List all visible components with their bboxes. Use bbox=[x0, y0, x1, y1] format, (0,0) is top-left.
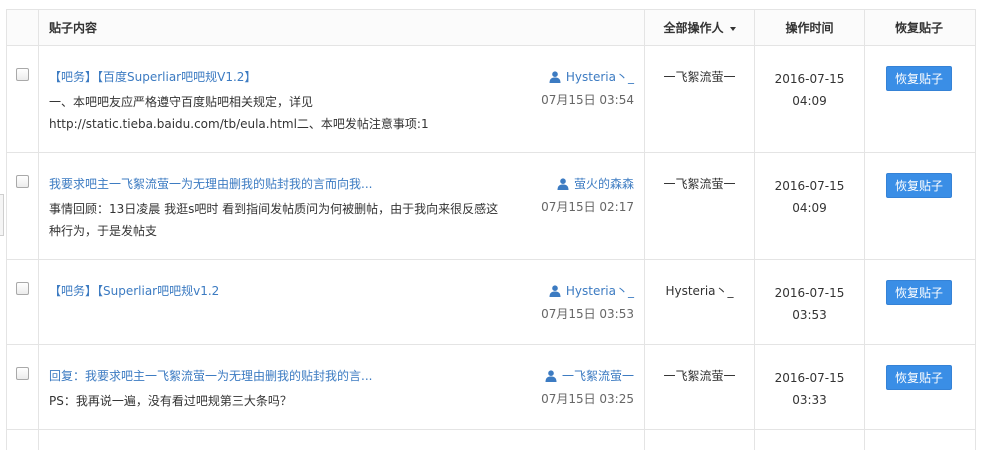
table-row: 【吧务】【Superliar吧吧规v1.2 Hysteria丶_ 07月15日 … bbox=[7, 260, 975, 345]
operation-time: 2016-07-15 04:09 bbox=[755, 175, 864, 219]
post-date: 07月15日 03:25 bbox=[541, 392, 634, 406]
author-name: 一飞絮流萤一 bbox=[561, 369, 634, 383]
post-title-link[interactable]: 回复：我要求吧主一飞絮流萤一为无理由删我的贴封我的言... bbox=[49, 367, 372, 384]
operator-cell: 一飞絮流萤一 bbox=[645, 46, 755, 152]
author-name: 萤火的森森 bbox=[573, 177, 634, 191]
time-cell: 2016-07-15 03:33 bbox=[755, 345, 865, 429]
user-icon bbox=[549, 285, 561, 297]
restore-post-button[interactable]: 恢复贴子 bbox=[886, 365, 952, 390]
row-check-cell bbox=[7, 260, 39, 344]
operator-name: 一飞絮流萤一 bbox=[663, 177, 736, 191]
user-icon bbox=[545, 370, 557, 382]
row-check-cell bbox=[7, 345, 39, 429]
operator-name: Hysteria丶_ bbox=[665, 284, 734, 298]
operation-clock: 03:53 bbox=[792, 308, 827, 322]
operator-filter-dropdown[interactable]: 全部操作人 bbox=[645, 10, 755, 45]
table-header: 贴子内容 全部操作人 操作时间 恢复贴子 bbox=[7, 10, 975, 46]
operation-date: 2016-07-15 bbox=[774, 179, 845, 193]
operator-name: 一飞絮流萤一 bbox=[663, 369, 736, 383]
operation-time: 2016-07-15 03:33 bbox=[755, 367, 864, 411]
caret-down-icon bbox=[729, 26, 736, 31]
operation-clock: 03:33 bbox=[792, 393, 827, 407]
operation-time: 2016-07-15 03:53 bbox=[755, 282, 864, 326]
post-content-cell: 【吧务】【Superliar吧吧规v1.2 Hysteria丶_ 07月15日 … bbox=[39, 260, 645, 344]
post-excerpt: PS：我再说一遍，没有看过吧规第三大条吗？ bbox=[49, 394, 292, 408]
author-name: Hysteria丶_ bbox=[565, 70, 634, 84]
operation-date: 2016-07-15 bbox=[774, 371, 845, 385]
author-name: Hysteria丶_ bbox=[565, 284, 634, 298]
post-author[interactable]: Hysteria丶_ bbox=[549, 282, 634, 299]
operation-time: 2016-07-15 04:09 bbox=[755, 68, 864, 112]
operator-cell: 一飞絮流萤一 bbox=[645, 153, 755, 259]
table-row: 【吧务】【百度Superliar吧吧规V1.2】 一、本吧吧友应严格遵守百度贴吧… bbox=[7, 46, 975, 153]
post-title-link[interactable]: 【吧务】【Superliar吧吧规v1.2 bbox=[49, 282, 219, 299]
post-content-cell bbox=[39, 430, 645, 450]
operator-filter-label: 全部操作人 bbox=[663, 21, 724, 35]
operator-cell: 一飞絮流萤一 bbox=[645, 345, 755, 429]
row-checkbox[interactable] bbox=[16, 367, 29, 380]
time-cell: 2016-07-15 04:09 bbox=[755, 46, 865, 152]
time-cell: 2016-07-15 04:09 bbox=[755, 153, 865, 259]
restore-cell bbox=[865, 430, 973, 450]
row-checkbox[interactable] bbox=[16, 282, 29, 295]
user-icon bbox=[549, 71, 561, 83]
restore-cell: 恢复贴子 bbox=[865, 46, 973, 152]
post-content-cell: 我要求吧主一飞絮流萤一为无理由删我的贴封我的言而向我... 事情回顾：13日凌晨… bbox=[39, 153, 645, 259]
row-checkbox[interactable] bbox=[16, 68, 29, 81]
operation-date: 2016-07-15 bbox=[774, 72, 845, 86]
table-row: 我要求吧主一飞絮流萤一为无理由删我的贴封我的言而向我... 事情回顾：13日凌晨… bbox=[7, 153, 975, 260]
restore-cell: 恢复贴子 bbox=[865, 345, 973, 429]
restore-cell: 恢复贴子 bbox=[865, 153, 973, 259]
header-check-cell bbox=[7, 10, 39, 45]
operator-name: 一飞絮流萤一 bbox=[663, 70, 736, 84]
table-row-partial bbox=[7, 430, 975, 450]
operation-date: 2016-07-15 bbox=[774, 286, 845, 300]
post-author[interactable]: Hysteria丶_ bbox=[549, 68, 634, 85]
post-author[interactable]: 一飞絮流萤一 bbox=[545, 367, 634, 384]
operation-clock: 04:09 bbox=[792, 201, 827, 215]
row-checkbox[interactable] bbox=[16, 175, 29, 188]
post-content-cell: 【吧务】【百度Superliar吧吧规V1.2】 一、本吧吧友应严格遵守百度贴吧… bbox=[39, 46, 645, 152]
row-check-cell bbox=[7, 430, 39, 450]
table-row: 回复：我要求吧主一飞絮流萤一为无理由删我的贴封我的言... PS：我再说一遍，没… bbox=[7, 345, 975, 430]
row-check-cell bbox=[7, 153, 39, 259]
restore-cell: 恢复贴子 bbox=[865, 260, 973, 344]
operation-clock: 04:09 bbox=[792, 94, 827, 108]
header-time: 操作时间 bbox=[755, 10, 865, 45]
post-content-cell: 回复：我要求吧主一飞絮流萤一为无理由删我的贴封我的言... PS：我再说一遍，没… bbox=[39, 345, 645, 429]
restore-post-button[interactable]: 恢复贴子 bbox=[886, 66, 952, 91]
post-title-link[interactable]: 我要求吧主一飞絮流萤一为无理由删我的贴封我的言而向我... bbox=[49, 175, 372, 192]
header-restore: 恢复贴子 bbox=[894, 21, 943, 35]
operator-cell bbox=[645, 430, 755, 450]
post-excerpt: 事情回顾：13日凌晨 我逛s吧时 看到指间发帖质问为何被删帖，由于我向来很反感这… bbox=[49, 202, 499, 238]
post-date: 07月15日 03:54 bbox=[541, 93, 634, 107]
user-icon bbox=[557, 178, 569, 190]
post-date: 07月15日 03:53 bbox=[541, 307, 634, 321]
post-date: 07月15日 02:17 bbox=[541, 200, 634, 214]
restore-post-button[interactable]: 恢复贴子 bbox=[886, 280, 952, 305]
side-drawer-handle[interactable] bbox=[0, 194, 4, 236]
time-cell: 2016-07-15 03:53 bbox=[755, 260, 865, 344]
row-check-cell bbox=[7, 46, 39, 152]
header-content: 贴子内容 bbox=[39, 10, 645, 45]
post-excerpt: 一、本吧吧友应严格遵守百度贴吧相关规定，详见 http://static.tie… bbox=[49, 95, 429, 131]
restore-post-button[interactable]: 恢复贴子 bbox=[886, 173, 952, 198]
post-author[interactable]: 萤火的森森 bbox=[557, 175, 634, 192]
time-cell bbox=[755, 430, 865, 450]
post-title-link[interactable]: 【吧务】【百度Superliar吧吧规V1.2】 bbox=[49, 68, 256, 85]
recycle-posts-table: 贴子内容 全部操作人 操作时间 恢复贴子 【吧务】【百度Superliar吧吧规… bbox=[6, 9, 976, 450]
operator-cell: Hysteria丶_ bbox=[645, 260, 755, 344]
